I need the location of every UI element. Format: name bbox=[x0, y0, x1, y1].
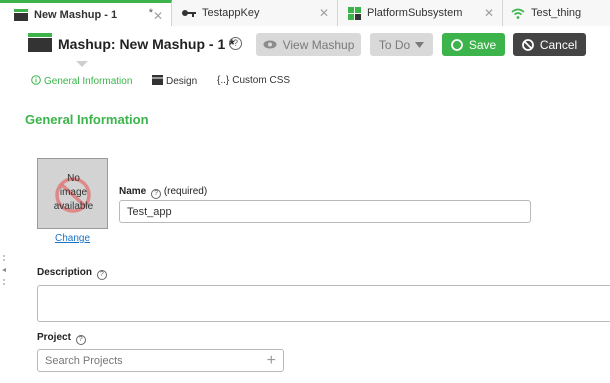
subsystem-icon bbox=[348, 6, 361, 20]
tab-general-information[interactable]: General Information bbox=[31, 75, 132, 88]
todo-dropdown[interactable]: To Do bbox=[370, 33, 433, 56]
header-pointer bbox=[76, 61, 88, 67]
help-icon[interactable]: ? bbox=[96, 270, 107, 280]
tab-strip: New Mashup - 1 * ✕ TestappKey ✕ Platform… bbox=[0, 0, 610, 26]
required-text: (required) bbox=[163, 186, 208, 197]
save-button[interactable]: Save bbox=[442, 33, 505, 56]
tab-label: General Information bbox=[44, 76, 133, 87]
mashup-icon bbox=[28, 30, 52, 54]
tab-custom-css[interactable]: {..} Custom CSS bbox=[217, 75, 290, 86]
help-icon[interactable]: ? bbox=[151, 189, 162, 199]
tab-design[interactable]: Design bbox=[152, 75, 197, 88]
info-icon bbox=[31, 75, 41, 88]
description-label: Description bbox=[37, 267, 93, 278]
name-label: Name bbox=[119, 186, 147, 197]
view-mashup-button[interactable]: View Mashup bbox=[256, 33, 361, 56]
help-icon[interactable]: ? bbox=[75, 335, 86, 345]
mashup-icon bbox=[14, 8, 28, 21]
css-braces-icon: {..} bbox=[217, 75, 230, 86]
name-label-row: Name ? (required) bbox=[119, 186, 207, 199]
key-icon bbox=[182, 9, 196, 17]
tab-label: Design bbox=[166, 76, 198, 87]
page-title: Mashup: New Mashup - 1 * bbox=[58, 36, 235, 52]
mashup-image: No image available bbox=[37, 158, 108, 229]
cancel-icon bbox=[521, 38, 534, 51]
project-search-input[interactable]: Search Projects + bbox=[37, 349, 284, 372]
tab-platformsubsystem[interactable]: PlatformSubsystem ✕ bbox=[338, 0, 503, 26]
close-icon[interactable]: ✕ bbox=[319, 6, 329, 20]
caret-down-icon bbox=[415, 41, 425, 48]
circle-icon bbox=[450, 38, 463, 51]
no-image-line: No bbox=[67, 173, 80, 184]
tab-label: TestappKey bbox=[202, 7, 260, 19]
description-field[interactable] bbox=[37, 285, 610, 322]
save-label: Save bbox=[468, 37, 497, 52]
tab-label: PlatformSubsystem bbox=[367, 7, 463, 19]
eye-icon bbox=[263, 40, 277, 49]
close-icon[interactable]: ✕ bbox=[153, 9, 163, 23]
sub-tab-bar: General Information Design {..} Custom C… bbox=[0, 70, 610, 92]
close-icon[interactable]: ✕ bbox=[484, 6, 494, 20]
wifi-icon bbox=[511, 8, 525, 19]
project-label: Project bbox=[37, 332, 71, 343]
description-label-row: Description ? bbox=[37, 267, 107, 280]
section-title: General Information bbox=[25, 112, 149, 127]
tab-label: Custom CSS bbox=[232, 75, 291, 86]
tab-testappkey[interactable]: TestappKey ✕ bbox=[172, 0, 338, 26]
todo-label: To Do bbox=[378, 37, 411, 52]
tab-label: Test_thing bbox=[531, 7, 582, 19]
editor-header: Mashup: New Mashup - 1 * ? View Mashup T… bbox=[0, 26, 610, 64]
no-image-line: available bbox=[53, 201, 94, 212]
tab-label: New Mashup - 1 bbox=[34, 8, 118, 21]
tab-new-mashup[interactable]: New Mashup - 1 * ✕ bbox=[0, 0, 172, 26]
change-image-link[interactable]: Change bbox=[55, 233, 90, 244]
tab-test-thing[interactable]: Test_thing bbox=[503, 0, 610, 26]
no-image-line: image bbox=[59, 187, 88, 198]
name-field[interactable]: Test_app bbox=[119, 200, 531, 223]
name-value: Test_app bbox=[127, 205, 172, 218]
view-mashup-label: View Mashup bbox=[282, 37, 355, 52]
panel-splitter-handle[interactable] bbox=[0, 250, 8, 290]
no-image-text: No image available bbox=[38, 172, 109, 214]
help-icon[interactable]: ? bbox=[229, 37, 242, 50]
project-placeholder: Search Projects bbox=[45, 354, 123, 367]
cancel-button[interactable]: Cancel bbox=[513, 33, 586, 56]
cancel-label: Cancel bbox=[539, 37, 578, 52]
add-icon[interactable]: + bbox=[267, 352, 276, 370]
design-icon bbox=[152, 75, 163, 88]
project-label-row: Project ? bbox=[37, 332, 86, 345]
